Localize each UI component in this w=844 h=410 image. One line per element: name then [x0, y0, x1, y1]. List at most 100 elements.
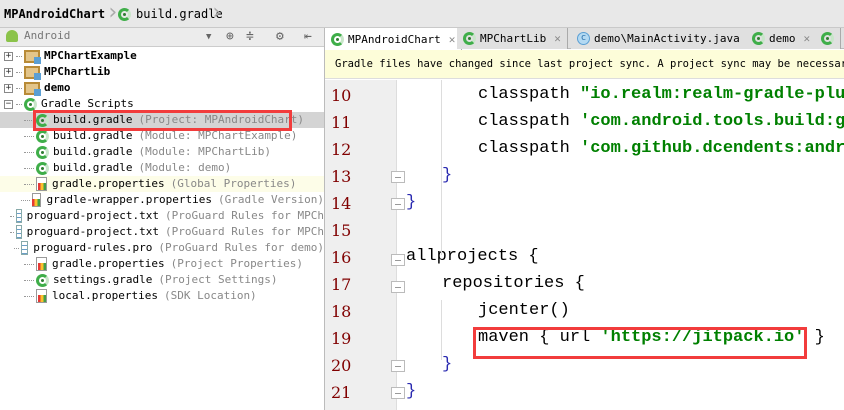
expand-icon[interactable]: +	[4, 51, 13, 61]
properties-file-icon	[36, 257, 47, 271]
tree-connector	[24, 295, 34, 297]
tree-item-detail: (Module: MPChartLib)	[138, 145, 271, 158]
close-icon[interactable]: ✕	[554, 32, 561, 45]
fold-marker-icon[interactable]	[391, 254, 405, 266]
tree-connector	[24, 279, 34, 281]
tree-item-name: demo	[44, 81, 71, 94]
tree-item-name: proguard-project.txt	[26, 225, 160, 238]
expand-icon[interactable]: +	[4, 67, 13, 77]
indent-guide	[441, 80, 442, 255]
chevron-down-icon[interactable]: ▼	[206, 32, 211, 42]
collapse-icon[interactable]: −	[4, 99, 13, 109]
tree-connector	[24, 167, 34, 169]
breadcrumb-project-label: MPAndroidChart	[4, 7, 106, 21]
tree-connector	[9, 215, 14, 217]
tree-item-detail: (ProGuard Rules for MPCh	[165, 225, 324, 238]
tree-connector	[16, 87, 22, 89]
tree-item[interactable]: proguard-rules.pro (ProGuard Rules for de…	[0, 240, 324, 256]
indent-guide	[441, 300, 442, 360]
tree-item[interactable]: gradle-wrapper.properties (Gradle Version…	[0, 192, 324, 208]
gradle-icon	[821, 32, 834, 45]
breadcrumb-project[interactable]: MPAndroidChart	[4, 0, 105, 28]
tree-item[interactable]: proguard-project.txt (ProGuard Rules for …	[0, 208, 324, 224]
breadcrumb: MPAndroidChart › build.gradle ›	[0, 0, 844, 28]
collapse-all-icon[interactable]: ≑	[246, 29, 254, 44]
tree-item[interactable]: + MPChartExample	[0, 48, 324, 64]
tree-connector	[24, 263, 34, 265]
text-file-icon	[21, 241, 29, 255]
line-number: 14	[331, 194, 352, 213]
gradle-icon	[118, 7, 131, 21]
fold-marker-icon[interactable]	[391, 360, 405, 372]
tree-item[interactable]: gradle.properties (Project Properties)	[0, 256, 324, 272]
code-line: classpath 'com.github.dcendents:androi	[478, 139, 844, 158]
breadcrumb-file[interactable]: build.gradle	[118, 0, 223, 28]
tree-connector	[20, 199, 30, 201]
line-number: 17	[331, 275, 352, 294]
tree-item-detail: (SDK Location)	[163, 289, 257, 302]
close-icon[interactable]: ✕	[804, 32, 811, 45]
tab-label: MPAndroidChart	[348, 32, 441, 46]
line-number: 15	[331, 221, 352, 240]
editor-tabs: MPAndroidChart ✕ MPChartLib ✕ c demo\MainActi…	[325, 28, 844, 50]
code-line: jcenter()	[478, 301, 570, 320]
locate-icon[interactable]: ⊕	[226, 29, 234, 44]
line-number: 16	[331, 248, 352, 267]
properties-file-icon	[31, 193, 42, 207]
properties-file-icon	[36, 289, 47, 303]
tab-demo-mainactivity-java[interactable]: cdemo\MainActivity.java✕	[571, 28, 762, 49]
tree-item-detail: (ProGuard Rules for MPCh	[165, 209, 324, 222]
text-file-icon	[15, 209, 22, 223]
gradle-icon	[36, 273, 49, 287]
tree-item[interactable]: + MPChartLib	[0, 64, 324, 80]
tree-item[interactable]: local.properties (SDK Location)	[0, 288, 324, 304]
view-selector[interactable]: Android	[6, 29, 70, 42]
chevron-right-icon: ›	[106, 0, 120, 25]
tree-item-detail: (Project Settings)	[158, 273, 278, 286]
tab-label: demo	[769, 32, 796, 45]
tree-item-name: settings.gradle	[53, 273, 153, 286]
view-selector-label: Android	[24, 29, 71, 42]
fold-marker-icon[interactable]	[391, 198, 405, 210]
tree-item[interactable]: build.gradle (Module: demo)	[0, 160, 324, 176]
tree-item[interactable]: build.gradle (Module: MPChartLib)	[0, 144, 324, 160]
line-number: 10	[331, 86, 352, 105]
gradle-icon	[463, 32, 476, 45]
code-line: repositories {	[442, 274, 585, 293]
line-number: 21	[331, 383, 352, 402]
fold-marker-icon[interactable]	[391, 281, 405, 293]
project-toolbar: Android ▼ ⊕ ≑ ⚙ ⇤	[0, 28, 324, 47]
line-number: 11	[331, 113, 352, 132]
chevron-right-icon: ›	[210, 0, 224, 25]
tree-item[interactable]: proguard-project.txt (ProGuard Rules for …	[0, 224, 324, 240]
gradle-icon	[36, 129, 49, 143]
fold-marker-icon[interactable]	[391, 171, 405, 183]
string-literal: "io.realm:realm-gradle-plugi	[580, 85, 844, 104]
gear-icon[interactable]: ⚙	[276, 29, 284, 44]
module-folder-icon	[24, 65, 41, 80]
class-icon: c	[577, 32, 590, 45]
tree-item[interactable]: settings.gradle (Project Settings)	[0, 272, 324, 288]
tab-mpandroidchart[interactable]: MPAndroidChart ✕	[325, 28, 463, 50]
tree-item-detail: (ProGuard Rules for demo)	[158, 241, 324, 254]
tab-overflow[interactable]	[815, 28, 841, 49]
expand-icon[interactable]: +	[4, 83, 13, 93]
line-number: 20	[331, 356, 352, 375]
tab-mpchartlib[interactable]: MPChartLib ✕	[457, 28, 568, 49]
close-icon[interactable]: ✕	[449, 33, 456, 46]
code-line: classpath "io.realm:realm-gradle-plugi	[478, 85, 844, 104]
fold-marker-icon[interactable]	[391, 387, 405, 399]
hide-panel-icon[interactable]: ⇤	[304, 29, 312, 44]
tree-item-name: proguard-project.txt	[26, 209, 160, 222]
code-token: }	[804, 328, 825, 347]
string-literal: 'com.android.tools.build:gra	[580, 112, 844, 131]
code-line: classpath 'com.android.tools.build:gra	[478, 112, 844, 131]
tree-item-name: gradle-wrapper.properties	[46, 193, 213, 206]
line-number: 18	[331, 302, 352, 321]
code-token: repositories {	[442, 274, 585, 293]
module-folder-icon	[24, 81, 41, 96]
tree-item[interactable]: + demo	[0, 80, 324, 96]
tab-demo[interactable]: demo ✕	[746, 28, 818, 49]
tree-item[interactable]: gradle.properties (Global Properties)	[0, 176, 324, 192]
code-line: }	[442, 166, 452, 185]
